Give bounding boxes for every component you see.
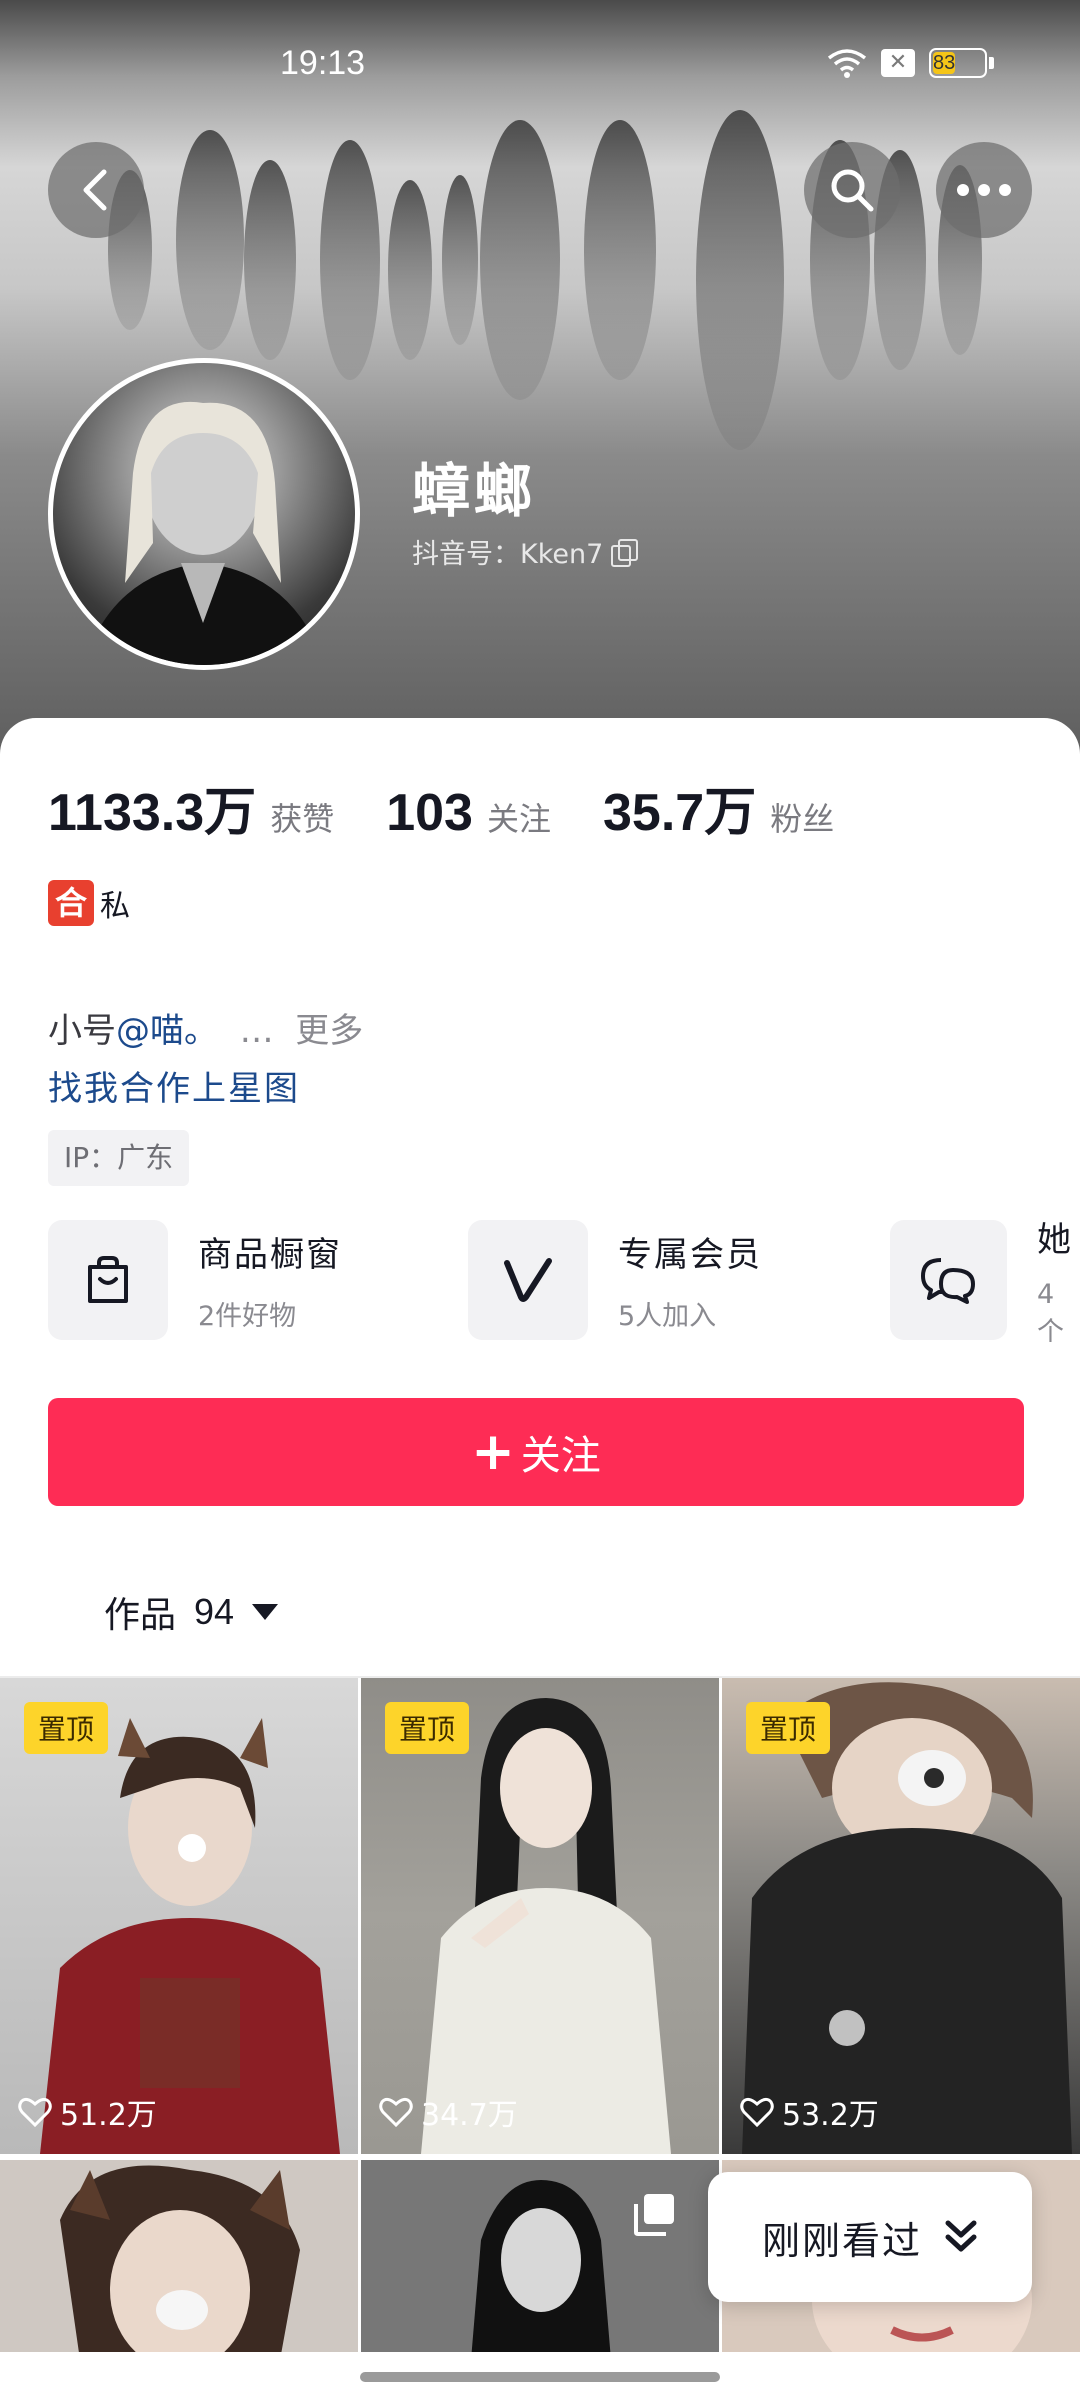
douyin-id[interactable]: 抖音号：Kken7 xyxy=(412,532,639,571)
notification-off-icon: ✕ xyxy=(881,49,915,77)
ip-location-tag: IP：广东 xyxy=(48,1130,190,1186)
like-count: 34.7万 xyxy=(421,2098,518,2133)
video-tile[interactable] xyxy=(361,2160,719,2360)
stat-following[interactable]: 103 关注 xyxy=(386,783,551,843)
service-title: 她 xyxy=(1036,1219,1073,1260)
plus-icon: + xyxy=(471,1422,515,1482)
double-chevron-down-icon xyxy=(945,2220,977,2252)
stat-label: 粉丝 xyxy=(770,800,835,838)
video-thumbnail xyxy=(361,2160,719,2360)
pinned-badge: 置顶 xyxy=(385,1702,470,1754)
bio-line2-link[interactable]: 找我合作上星图 xyxy=(48,1060,363,1118)
battery-level: 83 xyxy=(933,52,956,74)
video-likes: 34.7万 xyxy=(379,2090,518,2134)
v-member-icon xyxy=(468,1220,588,1340)
bio-more-link[interactable]: 更多 xyxy=(295,1011,363,1051)
home-indicator[interactable] xyxy=(360,2372,720,2382)
profile-tag: 合 私 xyxy=(48,880,130,926)
stat-likes[interactable]: 1133.3万 获赞 xyxy=(48,770,334,845)
search-icon xyxy=(831,169,874,212)
service-title: 商品橱窗 xyxy=(198,1235,342,1275)
heart-icon xyxy=(18,2097,52,2127)
chevron-left-icon xyxy=(83,169,107,211)
services-row: 商品橱窗 2件好物 专属会员 5人加入 她 4个 xyxy=(48,1218,1080,1342)
video-likes: 51.2万 xyxy=(18,2090,157,2134)
chat-bubble-icon xyxy=(890,1220,1007,1340)
video-thumbnail xyxy=(60,2165,300,2360)
service-subtitle: 4个 xyxy=(1036,1278,1064,1343)
stat-label: 获赞 xyxy=(270,800,335,838)
follow-button-label: 关注 xyxy=(520,1433,601,1479)
back-button[interactable] xyxy=(48,142,144,238)
status-time: 19:13 xyxy=(280,44,366,82)
works-count: 94 xyxy=(194,1591,235,1632)
pinned-badge: 置顶 xyxy=(24,1702,109,1754)
bio-ellipsis: … xyxy=(239,1011,274,1051)
heart-icon xyxy=(379,2097,413,2127)
stat-label: 关注 xyxy=(486,800,551,838)
service-shop-window[interactable]: 商品橱窗 2件好物 xyxy=(48,1218,342,1342)
tag-badge: 合 xyxy=(48,880,94,926)
service-group-chat[interactable]: 她 4个 xyxy=(890,1218,1080,1342)
like-count: 53.2万 xyxy=(782,2098,879,2133)
copy-icon[interactable] xyxy=(611,538,639,567)
stat-value: 103 xyxy=(386,784,473,842)
service-subtitle: 5人加入 xyxy=(618,1301,717,1332)
service-title: 专属会员 xyxy=(618,1235,762,1275)
search-button[interactable] xyxy=(804,142,900,238)
avatar[interactable] xyxy=(48,358,360,670)
status-icons: ✕ 83 xyxy=(827,48,994,78)
tab-works[interactable]: 作品 94 xyxy=(104,1586,279,1638)
more-button[interactable] xyxy=(936,142,1032,238)
more-dots-icon xyxy=(957,184,1011,196)
stat-value: 1133.3万 xyxy=(48,784,257,842)
recently-viewed-label: 刚刚看过 xyxy=(761,2218,922,2263)
multi-image-icon xyxy=(634,2194,674,2236)
bio-prefix: 小号 xyxy=(48,1011,116,1051)
bio-line1: 小号@喵。 … 更多 xyxy=(48,1002,363,1060)
bio-mention-link[interactable]: @喵。 xyxy=(116,1011,218,1051)
video-tile[interactable]: 置顶 51.2万 xyxy=(0,1678,358,2154)
caret-down-icon xyxy=(252,1604,279,1620)
tag-text: 私 xyxy=(100,889,130,924)
profile-nickname: 蟑螂 xyxy=(412,457,537,525)
video-likes: 53.2万 xyxy=(740,2090,879,2134)
douyin-id-text: 抖音号：Kken7 xyxy=(412,539,604,570)
video-tile[interactable]: 置顶 53.2万 xyxy=(722,1678,1080,2154)
shopping-bag-icon xyxy=(48,1220,168,1340)
heart-icon xyxy=(740,2097,774,2127)
battery-icon: 83 xyxy=(929,48,994,78)
wifi-icon xyxy=(827,48,867,78)
stat-followers[interactable]: 35.7万 粉丝 xyxy=(603,770,834,845)
like-count: 51.2万 xyxy=(60,2098,157,2133)
status-bar: 19:13 ✕ 83 xyxy=(0,0,1080,130)
video-tile[interactable] xyxy=(0,2160,358,2360)
recently-viewed-button[interactable]: 刚刚看过 xyxy=(708,2172,1032,2302)
video-tile[interactable]: 置顶 34.7万 xyxy=(361,1678,719,2154)
service-subtitle: 2件好物 xyxy=(198,1301,297,1332)
works-tab-label: 作品 xyxy=(104,1595,177,1636)
service-membership[interactable]: 专属会员 5人加入 xyxy=(468,1218,762,1342)
stat-value: 35.7万 xyxy=(602,784,757,842)
profile-stats: 1133.3万 获赞 103 关注 35.7万 粉丝 xyxy=(48,770,886,845)
pinned-badge: 置顶 xyxy=(746,1702,831,1754)
profile-bio[interactable]: 小号@喵。 … 更多 找我合作上星图 xyxy=(48,1002,363,1118)
follow-button[interactable]: + 关注 xyxy=(48,1398,1024,1506)
